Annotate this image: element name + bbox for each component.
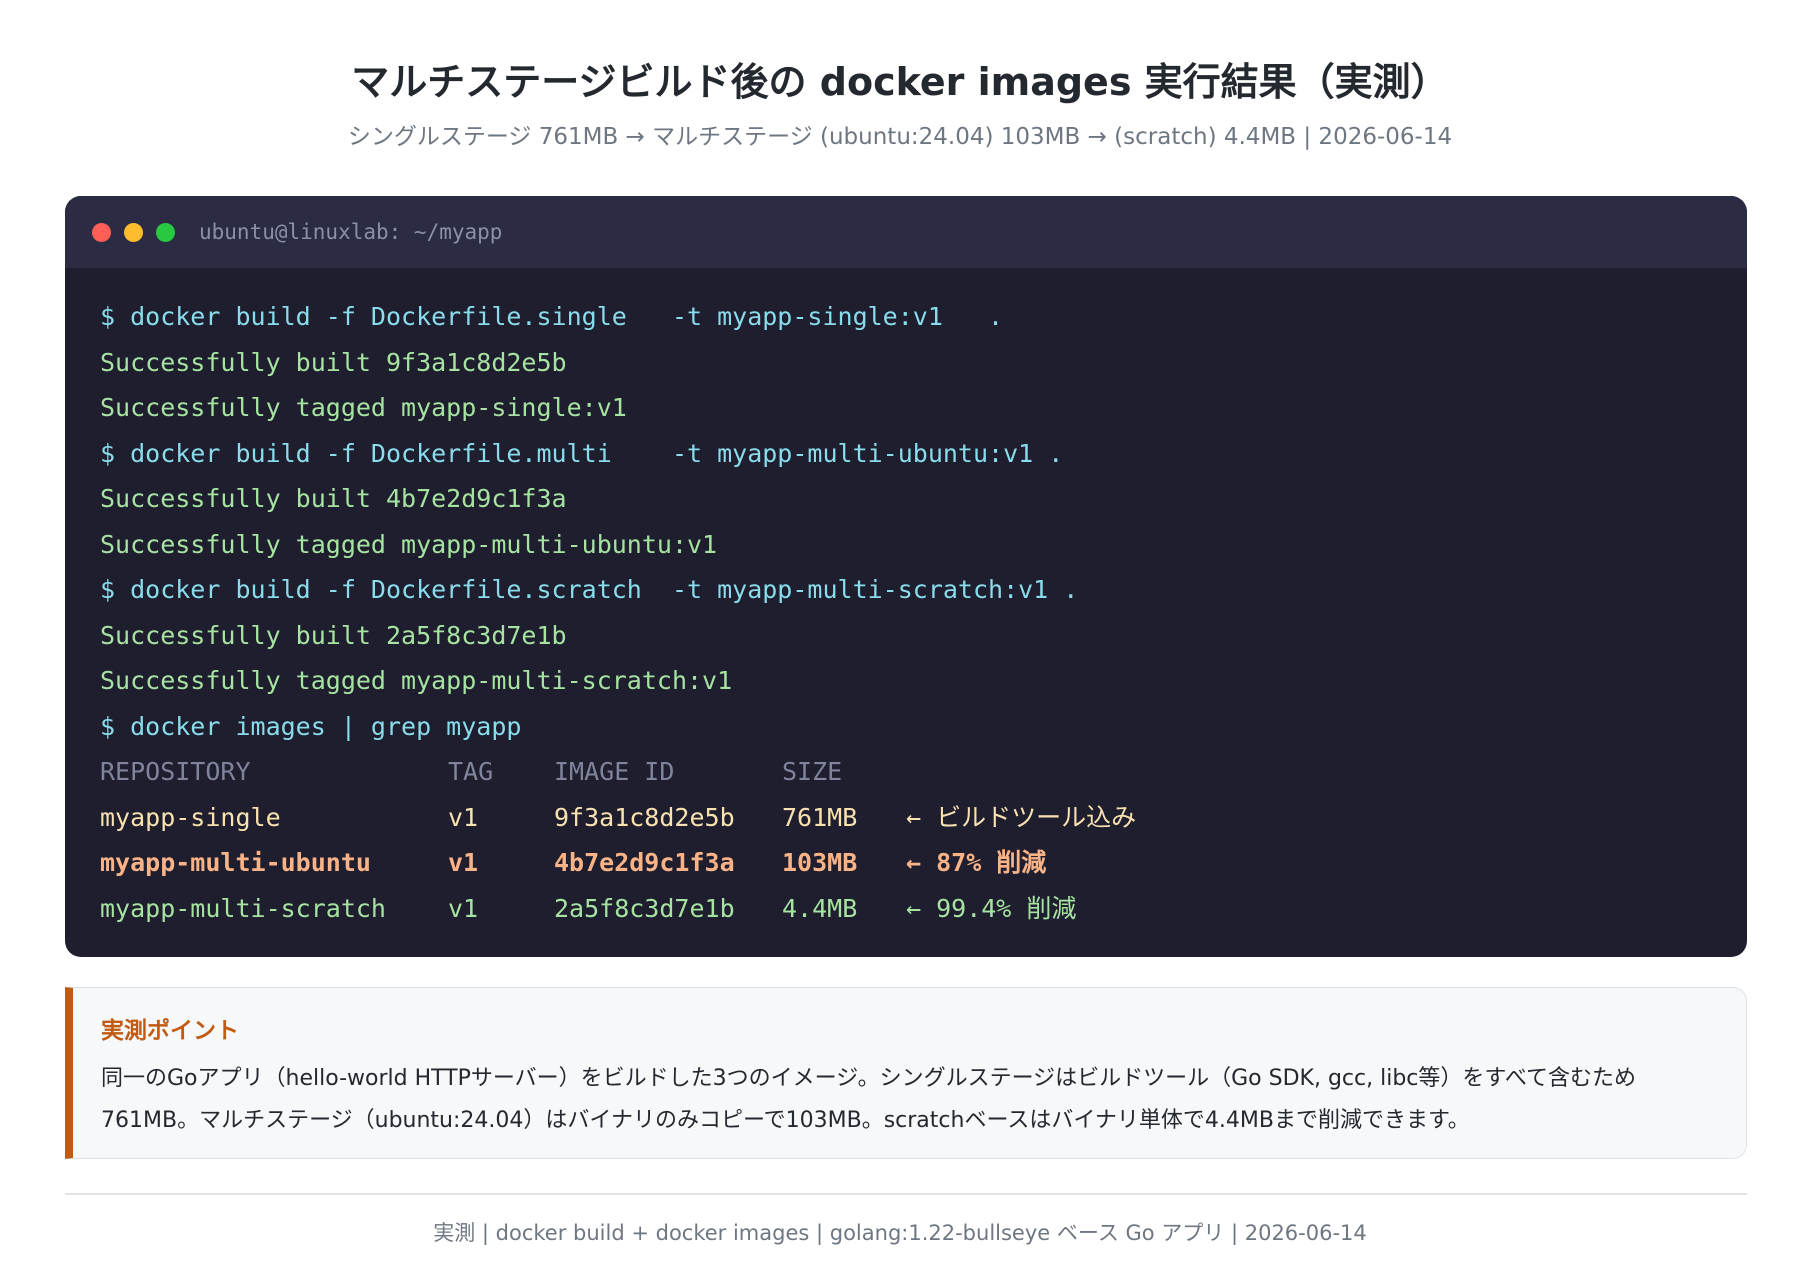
header-image-id: IMAGE ID [554,757,675,786]
row-repository: myapp-single [100,802,281,832]
row-image-id: 4b7e2d9c1f3a [554,848,735,877]
images-table-header: REPOSITORY TAG IMAGE ID SIZE [100,749,1747,795]
footer-divider [65,1193,1747,1195]
output-line: Successfully built 9f3a1c8d2e5b [100,347,567,377]
output-line: Successfully tagged myapp-single:v1 [100,393,627,422]
terminal-title: ubuntu@linuxlab: ~/myapp [199,220,503,244]
page-subtitle: シングルステージ 761MB → マルチステージ (ubuntu:24.04) … [347,124,1453,150]
output-line: Successfully tagged myapp-multi-scratch:… [100,666,733,695]
maximize-window-icon[interactable] [156,222,175,242]
row-tag: v1 [448,893,479,923]
row-size: 103MB [782,848,858,877]
header-repository: REPOSITORY [100,757,251,786]
header-size: SIZE [782,757,843,786]
row-repository: myapp-multi-scratch [100,893,386,923]
output-line: Successfully built 2a5f8c3d7e1b [100,620,567,650]
command-line: $ docker images | grep myapp [100,711,522,741]
close-window-icon[interactable] [92,222,111,242]
terminal-window[interactable]: ubuntu@linuxlab: ~/myapp $ docker build … [65,196,1747,957]
footer-text: 実測 | docker build + docker images | gola… [433,1221,1367,1245]
row-image-id: 2a5f8c3d7e1b [554,893,735,923]
row-tag: v1 [448,848,479,877]
header-tag: TAG [448,757,494,786]
command-line: $ docker build -f Dockerfile.scratch -t … [100,575,1079,604]
minimize-window-icon[interactable] [124,222,143,242]
note-heading: 実測ポイント [101,1018,239,1044]
row-size: 761MB [782,802,858,832]
terminal-output[interactable]: $ docker build -f Dockerfile.single -t m… [65,268,1747,931]
output-line: Successfully tagged myapp-multi-ubuntu:v… [100,529,718,559]
output-line: Successfully built 4b7e2d9c1f3a [100,484,567,513]
row-image-id: 9f3a1c8d2e5b [554,802,735,832]
row-annotation: ← 99.4% 削減 [906,893,1077,923]
row-annotation: ← 87% 削減 [906,848,1047,877]
measurement-note: 実測ポイント 同一のGoアプリ（hello-world HTTPサーバー）をビル… [65,987,1747,1159]
table-row: myapp-multi-ubuntu v1 4b7e2d9c1f3a 103MB ← 8… [100,840,1747,886]
page-title: マルチステージビルド後の docker images 実行結果（実測） [351,60,1449,104]
terminal-titlebar[interactable]: ubuntu@linuxlab: ~/myapp [65,196,1747,268]
table-row: myapp-single v1 9f3a1c8d2e5b 761MB ← ビルドツール込… [100,795,1747,841]
note-text: 同一のGoアプリ（hello-world HTTPサーバー）をビルドした3つのイ… [101,1066,1636,1133]
row-repository: myapp-multi-ubuntu [100,848,371,877]
row-size: 4.4MB [782,893,858,923]
table-row: myapp-multi-scratch v1 2a5f8c3d7e1b 4.4MB ← … [100,886,1747,932]
command-line: $ docker build -f Dockerfile.single -t m… [100,302,1004,331]
row-tag: v1 [448,802,479,832]
command-line: $ docker build -f Dockerfile.multi -t my… [100,438,1064,468]
row-annotation: ← ビルドツール込み [906,802,1137,832]
